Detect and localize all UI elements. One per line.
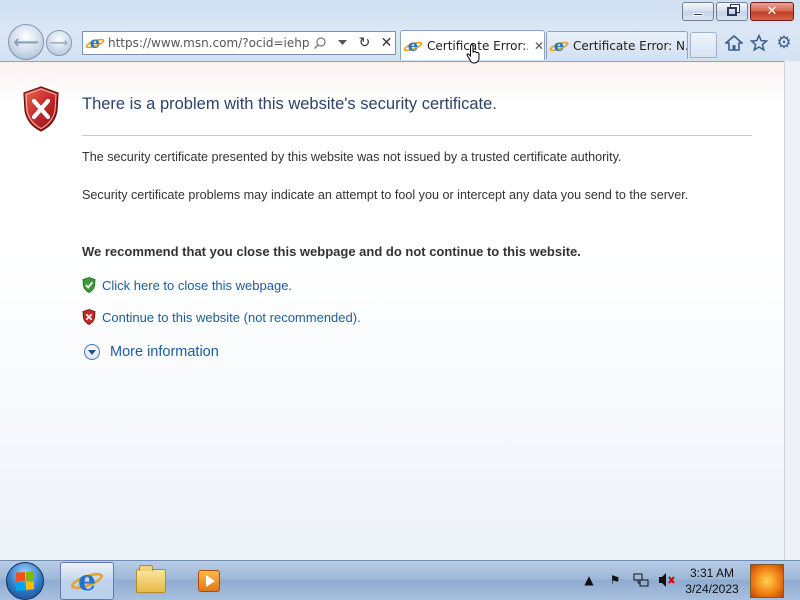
taskbar-file-explorer[interactable] <box>124 562 178 600</box>
clock-time: 3:31 AM <box>689 566 735 580</box>
expand-chevron-icon <box>84 344 100 360</box>
page-content: There is a problem with this website's s… <box>0 61 784 560</box>
page-title: There is a problem with this website's s… <box>82 95 497 113</box>
favorites-star-icon[interactable] <box>749 33 769 53</box>
more-information-link[interactable]: More information <box>110 344 219 360</box>
continue-website-link[interactable]: Continue to this website (not recommende… <box>102 310 361 325</box>
title-divider <box>82 135 752 136</box>
more-information-toggle[interactable]: More information <box>84 344 219 360</box>
taskbar-media-player[interactable] <box>182 562 236 600</box>
start-button[interactable] <box>6 562 44 600</box>
arrow-left-icon: ⟵ <box>13 31 39 53</box>
action-center-flag-icon[interactable]: ⚑ <box>606 571 624 589</box>
certificate-warning-text: Security certificate problems may indica… <box>82 188 689 202</box>
network-icon[interactable] <box>632 571 650 589</box>
ie-favicon-icon: e <box>84 35 106 51</box>
restore-icon <box>727 7 737 16</box>
minimize-icon <box>693 13 703 16</box>
minimize-button[interactable] <box>682 2 714 21</box>
close-window-button[interactable]: ✕ <box>750 2 794 21</box>
dropdown-arrow-icon[interactable] <box>331 32 353 54</box>
address-url[interactable]: https://www.msn.com/?ocid=iehp <box>108 36 309 50</box>
security-error-shield-icon <box>23 86 59 132</box>
address-bar[interactable]: e https://www.msn.com/?ocid=iehp ↻ ✕ <box>82 31 396 55</box>
certificate-untrusted-text: The security certificate presented by th… <box>82 150 622 164</box>
close-tab-icon[interactable]: ✕ <box>534 39 544 53</box>
stop-icon: ✕ <box>380 35 393 51</box>
recommendation-text: We recommend that you close this webpage… <box>82 244 581 259</box>
taskbar-internet-explorer[interactable]: e <box>60 562 114 600</box>
mouse-cursor-icon <box>466 44 480 64</box>
vertical-scrollbar[interactable] <box>784 61 800 560</box>
back-button[interactable]: ⟵ <box>8 24 44 60</box>
system-clock[interactable]: 3:31 AM 3/24/2023 <box>676 565 748 597</box>
close-webpage-row: Click here to close this webpage. <box>82 277 292 293</box>
windows-logo-icon <box>16 571 34 591</box>
red-shield-x-icon <box>82 309 96 325</box>
refresh-icon: ↻ <box>358 35 371 51</box>
internet-explorer-icon: e <box>68 566 106 596</box>
arrow-right-icon: ⟶ <box>49 35 69 51</box>
tab-certificate-error-2[interactable]: e Certificate Error: N... <box>546 31 688 59</box>
volume-muted-icon[interactable] <box>658 571 676 589</box>
media-player-icon <box>198 570 220 592</box>
continue-website-row: Continue to this website (not recommende… <box>82 309 361 325</box>
stop-button[interactable]: ✕ <box>375 32 397 54</box>
system-tray: ▲ ⚑ <box>580 571 676 589</box>
refresh-button[interactable]: ↻ <box>353 32 375 54</box>
tab-label: Certificate Error: N... <box>573 38 687 53</box>
restore-button[interactable] <box>716 2 748 21</box>
show-hidden-icons-icon[interactable]: ▲ <box>580 571 598 589</box>
green-shield-check-icon <box>82 277 96 293</box>
close-webpage-link[interactable]: Click here to close this webpage. <box>102 278 292 293</box>
ie-favicon-icon: e <box>548 37 570 54</box>
browser-toolbar: ⚙ <box>724 33 794 53</box>
search-icon[interactable] <box>309 32 331 54</box>
settings-gear-icon[interactable]: ⚙ <box>774 33 794 53</box>
forward-button[interactable]: ⟶ <box>46 30 72 56</box>
user-avatar-flower[interactable] <box>750 564 784 598</box>
clock-date: 3/24/2023 <box>685 582 739 596</box>
new-tab-button[interactable] <box>690 32 717 58</box>
window-caption-buttons: ✕ <box>682 2 794 21</box>
taskbar: e ▲ ⚑ 3:31 AM 3/24/2023 <box>0 560 800 600</box>
folder-icon <box>136 565 166 593</box>
ie-favicon-icon: e <box>402 37 424 54</box>
home-icon[interactable] <box>724 33 744 53</box>
